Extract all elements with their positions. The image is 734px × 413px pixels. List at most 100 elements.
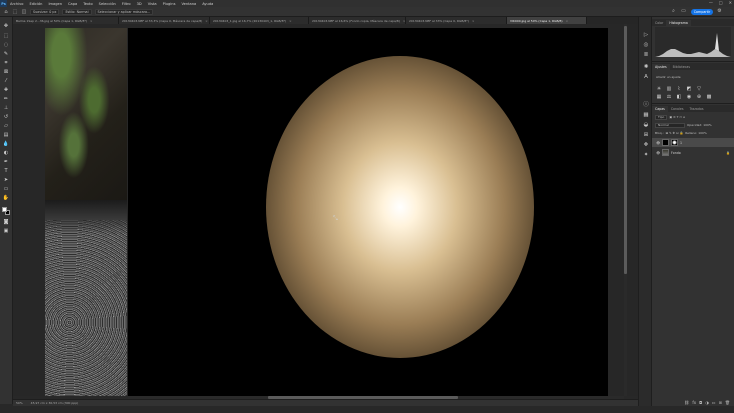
libraries-panel-icon[interactable]: ✦ xyxy=(642,151,650,159)
lock-icons[interactable]: ⊠ ✎ ✥ ⊡ 🔒 xyxy=(666,131,684,135)
close-icon[interactable]: × xyxy=(289,19,292,23)
tab-libraries[interactable]: Bibliotecas xyxy=(670,64,693,70)
select-and-mask-button[interactable]: Seleccionar y aplicar máscara... xyxy=(94,8,154,15)
character-panel-icon[interactable]: A xyxy=(642,73,650,81)
folder-icon[interactable]: ▭ xyxy=(712,400,716,406)
eye-icon[interactable]: 👁 xyxy=(656,151,660,155)
menu-capa[interactable]: Capa xyxy=(65,2,80,6)
pen-tool-icon[interactable]: ✒ xyxy=(2,159,10,166)
swatches-panel-icon[interactable]: ▦ xyxy=(642,111,650,119)
hand-tool-icon[interactable]: ✋ xyxy=(2,195,10,202)
gear-icon[interactable]: ⚙ xyxy=(716,8,723,15)
menu-ayuda[interactable]: Ayuda xyxy=(199,2,216,6)
zoom-level[interactable]: 50% xyxy=(16,401,23,405)
hue-saturation-icon[interactable]: ▦ xyxy=(656,94,662,100)
foreground-color-swatch[interactable] xyxy=(2,207,7,212)
menu-3d[interactable]: 3D xyxy=(134,2,145,6)
close-icon[interactable]: × xyxy=(403,19,405,23)
tab-doc-5[interactable]: 20130403.NEF al 33% (Capa 0, RGB/8*) × xyxy=(406,17,507,24)
path-select-icon[interactable]: ➤ xyxy=(2,177,10,184)
close-icon[interactable]: × xyxy=(566,19,569,23)
share-button[interactable]: Compartir xyxy=(691,9,713,15)
actions-panel-icon[interactable]: ◎ xyxy=(642,41,650,49)
color-balance-icon[interactable]: ⚖ xyxy=(666,94,672,100)
tab-color[interactable]: Color xyxy=(652,20,666,26)
tab-doc-2[interactable]: 20130403.NEF al 33,3% (Capa 0, Máscara d… xyxy=(119,17,210,24)
tab-doc-4[interactable]: 20130403.NEF al 16,6% (Fondo copia, Másc… xyxy=(309,17,406,24)
tab-histogram[interactable]: Histograma xyxy=(666,20,691,26)
menu-seleccion[interactable]: Selección xyxy=(96,2,119,6)
minimize-button[interactable]: — xyxy=(709,0,713,5)
quick-mask-icon[interactable]: ◙ xyxy=(2,219,10,226)
info-panel-icon[interactable]: ⓘ xyxy=(642,101,650,109)
exposure-icon[interactable]: ◩ xyxy=(686,86,692,92)
kind-filter-select[interactable]: Tipo xyxy=(655,114,668,120)
styles-panel-icon[interactable]: ❖ xyxy=(642,141,650,149)
feather-field[interactable]: Suavizar: 0 px xyxy=(30,8,60,15)
gradient-tool-icon[interactable]: ▤ xyxy=(2,132,10,139)
properties-panel-icon[interactable]: ≣ xyxy=(642,51,650,59)
eraser-tool-icon[interactable]: ▱ xyxy=(2,123,10,130)
tab-doc-active[interactable]: VIK900.jpg al 50% (Capa 1, RGB/8) × xyxy=(507,17,587,24)
channel-mixer-icon[interactable]: ⊕ xyxy=(696,94,702,100)
menu-archivo[interactable]: Archivo xyxy=(7,2,26,6)
menu-texto[interactable]: Texto xyxy=(80,2,95,6)
fx-icon[interactable]: fx xyxy=(692,400,696,406)
eyedropper-tool-icon[interactable]: ⁄ xyxy=(2,78,10,85)
link-icon[interactable]: ⛓ xyxy=(684,400,689,406)
layer-row[interactable]: 👁 1 xyxy=(652,138,734,147)
tab-doc-1[interactable]: Balma 1Sep 2...36.jpg al 50% (Capa 1, RG… xyxy=(13,17,119,24)
layer-row[interactable]: 👁 Fondo 🔒 xyxy=(652,148,734,157)
maximize-button[interactable]: □ xyxy=(719,0,723,5)
brush-tool-icon[interactable]: ✏ xyxy=(2,96,10,103)
black-white-icon[interactable]: ◧ xyxy=(676,94,682,100)
gradients-panel-icon[interactable]: ◒ xyxy=(642,121,650,129)
marquee-tool-icon[interactable]: ⬚ xyxy=(12,9,18,15)
opacity-field[interactable]: Opacidad: 100% xyxy=(687,123,712,127)
close-icon[interactable]: × xyxy=(205,19,208,23)
menu-filtro[interactable]: Filtro xyxy=(119,2,134,6)
healing-brush-icon[interactable]: ✚ xyxy=(2,87,10,94)
filter-icons[interactable]: ▣ ⊘ T ▭ ⌂ xyxy=(669,115,685,119)
move-tool-icon[interactable]: ✥ xyxy=(2,23,10,30)
mask-icon[interactable]: ◘ xyxy=(699,400,702,406)
document-canvas[interactable]: ⤡ xyxy=(128,28,608,396)
style-select[interactable]: Estilo: Normal xyxy=(62,8,92,15)
curves-icon[interactable]: ⌇ xyxy=(676,86,682,92)
crop-tool-icon[interactable]: ⌗ xyxy=(2,60,10,67)
blend-mode-select[interactable]: Normal xyxy=(655,122,685,128)
lasso-tool-icon[interactable]: ◌ xyxy=(2,42,10,49)
shape-tool-icon[interactable]: ▭ xyxy=(2,186,10,193)
quick-select-tool-icon[interactable]: ✎ xyxy=(2,51,10,58)
brushes-panel-icon[interactable]: ✺ xyxy=(642,63,650,71)
menu-edicion[interactable]: Edición xyxy=(26,2,45,6)
adjustment-layer-icon[interactable]: ◑ xyxy=(705,400,709,406)
screen-mode-icon[interactable]: ▣ xyxy=(2,228,10,235)
home-icon[interactable]: ⌂ xyxy=(3,9,9,15)
layer-mask-thumbnail[interactable] xyxy=(671,139,679,146)
marquee-tool-icon[interactable]: ⬚ xyxy=(2,33,10,40)
new-layer-icon[interactable]: ⊞ xyxy=(719,400,722,406)
tab-layers[interactable]: Capas xyxy=(652,106,668,112)
workspace-icon[interactable]: ▭ xyxy=(680,8,687,15)
color-lookup-icon[interactable]: ▩ xyxy=(706,94,712,100)
brightness-icon[interactable]: ☀ xyxy=(656,86,662,92)
tab-channels[interactable]: Canales xyxy=(668,106,687,112)
selection-mode-icon[interactable]: ◫ xyxy=(21,9,27,15)
history-brush-icon[interactable]: ↺ xyxy=(2,114,10,121)
trash-icon[interactable]: 🗑 xyxy=(725,400,730,406)
close-icon[interactable]: × xyxy=(90,19,93,23)
photo-filter-icon[interactable]: ◉ xyxy=(686,94,692,100)
levels-icon[interactable]: ▥ xyxy=(666,86,672,92)
menu-imagen[interactable]: Imagen xyxy=(45,2,65,6)
dodge-tool-icon[interactable]: ◐ xyxy=(2,150,10,157)
history-panel-icon[interactable]: ▷ xyxy=(642,31,650,39)
layer-name[interactable]: Fondo xyxy=(671,151,681,155)
layer-name[interactable]: 1 xyxy=(680,141,682,145)
canvas-workspace[interactable]: ⤡ xyxy=(13,24,638,396)
menu-plugins[interactable]: Plugins xyxy=(160,2,179,6)
vertical-scrollbar[interactable] xyxy=(624,24,627,396)
close-window-button[interactable]: ✕ xyxy=(729,0,732,5)
frame-tool-icon[interactable]: ⊠ xyxy=(2,69,10,76)
blur-tool-icon[interactable]: 💧 xyxy=(2,141,10,148)
